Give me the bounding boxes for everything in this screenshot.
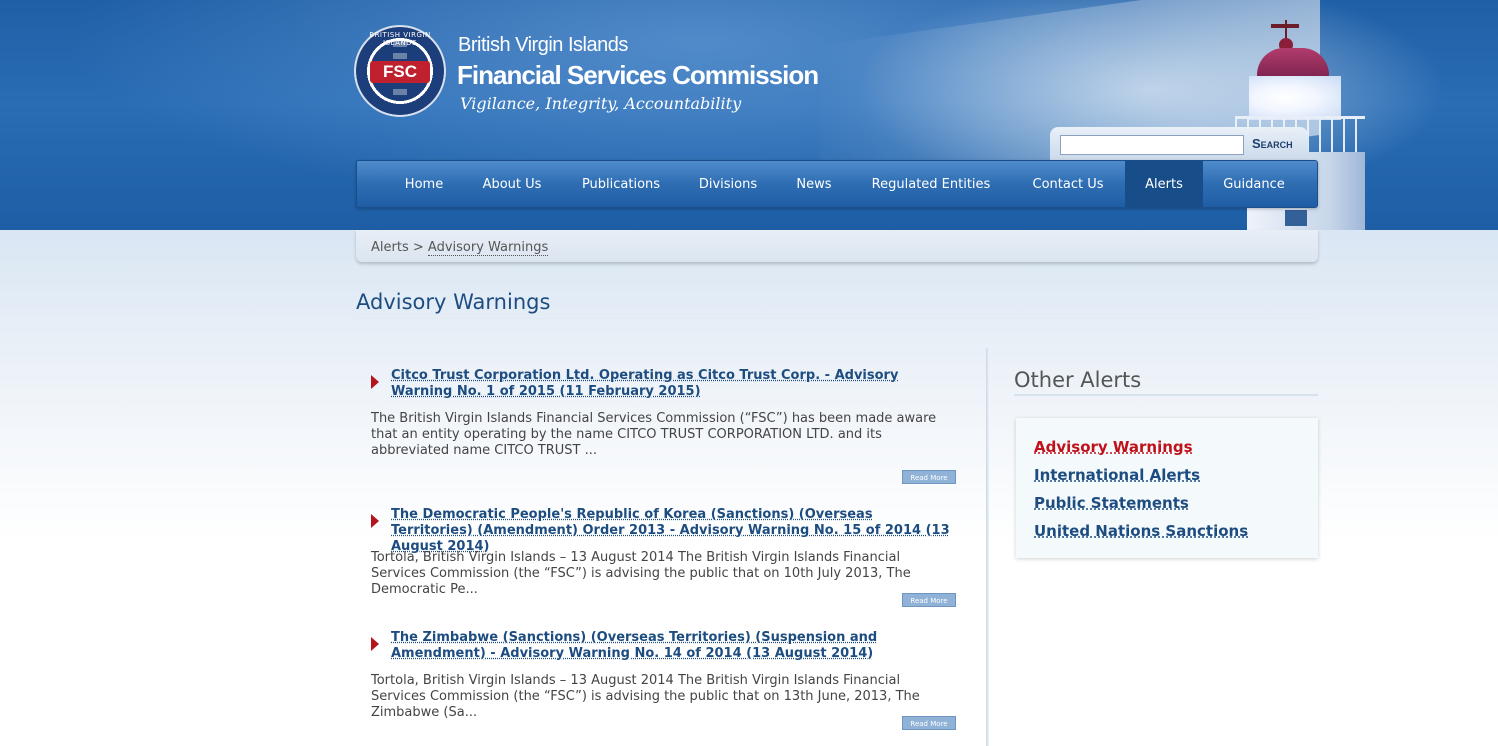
title-divider <box>356 318 1318 319</box>
sidebar-links-box: Advisory Warnings International Alerts P… <box>1016 418 1318 558</box>
nav-guidance[interactable]: Guidance <box>1211 161 1297 207</box>
article-item: The Zimbabwe (Sanctions) (Overseas Terri… <box>371 630 956 740</box>
breadcrumb: Alerts > Advisory Warnings <box>371 240 549 256</box>
search-area: Search <box>1050 127 1308 163</box>
column-divider <box>986 348 989 746</box>
lighthouse-lamp <box>1249 76 1341 120</box>
fsc-seal-logo[interactable]: BRITISH VIRGIN ISLANDS FSC <box>354 25 446 117</box>
nav-home[interactable]: Home <box>387 161 461 207</box>
breadcrumb-bar: Alerts > Advisory Warnings <box>356 230 1318 262</box>
article-excerpt: Tortola, British Virgin Islands – 13 Aug… <box>371 673 920 720</box>
article-title-link[interactable]: Citco Trust Corporation Ltd. Operating a… <box>391 368 956 400</box>
sidebar-title: Other Alerts <box>1014 368 1142 392</box>
article-title-link[interactable]: The Democratic People's Republic of Kore… <box>391 507 956 555</box>
breadcrumb-alerts-link[interactable]: Alerts <box>371 240 409 255</box>
seal-initials: FSC <box>370 61 430 83</box>
logo-title-line2: Financial Services Commission <box>457 60 819 90</box>
nav-divisions[interactable]: Divisions <box>687 161 769 207</box>
nav-alerts[interactable]: Alerts <box>1125 161 1203 207</box>
main-content: Citco Trust Corporation Ltd. Operating a… <box>356 348 988 746</box>
read-more-button[interactable]: Read More <box>902 470 956 484</box>
nav-contact-us[interactable]: Contact Us <box>1017 161 1119 207</box>
main-nav: Home About Us Publications Divisions New… <box>356 160 1318 208</box>
article-item: Citco Trust Corporation Ltd. Operating a… <box>371 368 956 488</box>
nav-regulated-entities[interactable]: Regulated Entities <box>859 161 1003 207</box>
read-more-button[interactable]: Read More <box>902 716 956 730</box>
article-excerpt: The British Virgin Islands Financial Ser… <box>371 411 937 458</box>
breadcrumb-current[interactable]: Advisory Warnings <box>427 240 549 256</box>
site-header: BRITISH VIRGIN ISLANDS FSC British Virgi… <box>0 0 1498 230</box>
lighthouse-dome <box>1257 48 1329 78</box>
logo-tagline: Vigilance, Integrity, Accountability <box>460 94 742 113</box>
logo-title-line1: British Virgin Islands <box>458 34 628 56</box>
page-title: Advisory Warnings <box>356 290 551 314</box>
article-item: The Democratic People's Republic of Kore… <box>371 507 956 617</box>
nav-news[interactable]: News <box>785 161 843 207</box>
weathervane-arrow <box>1271 24 1299 28</box>
sidebar-divider <box>1014 394 1318 396</box>
sidebar-link-advisory-warnings[interactable]: Advisory Warnings <box>1034 438 1193 456</box>
sidebar-link-international-alerts[interactable]: International Alerts <box>1034 466 1200 484</box>
bullet-arrow-icon <box>371 514 379 528</box>
search-input[interactable] <box>1060 135 1244 155</box>
bullet-arrow-icon <box>371 375 379 389</box>
search-button[interactable]: Search <box>1252 136 1293 151</box>
bullet-arrow-icon <box>371 637 379 651</box>
article-title-link[interactable]: The Zimbabwe (Sanctions) (Overseas Terri… <box>391 630 956 662</box>
read-more-button[interactable]: Read More <box>902 593 956 607</box>
breadcrumb-separator: > <box>412 240 424 255</box>
lighthouse-window <box>1285 210 1307 226</box>
nav-about-us[interactable]: About Us <box>469 161 555 207</box>
seal-ring-text: BRITISH VIRGIN ISLANDS <box>369 31 431 47</box>
sidebar-link-public-statements[interactable]: Public Statements <box>1034 494 1189 512</box>
sidebar-link-un-sanctions[interactable]: United Nations Sanctions <box>1034 522 1248 540</box>
nav-publications[interactable]: Publications <box>569 161 673 207</box>
article-excerpt: Tortola, British Virgin Islands – 13 Aug… <box>371 550 911 597</box>
